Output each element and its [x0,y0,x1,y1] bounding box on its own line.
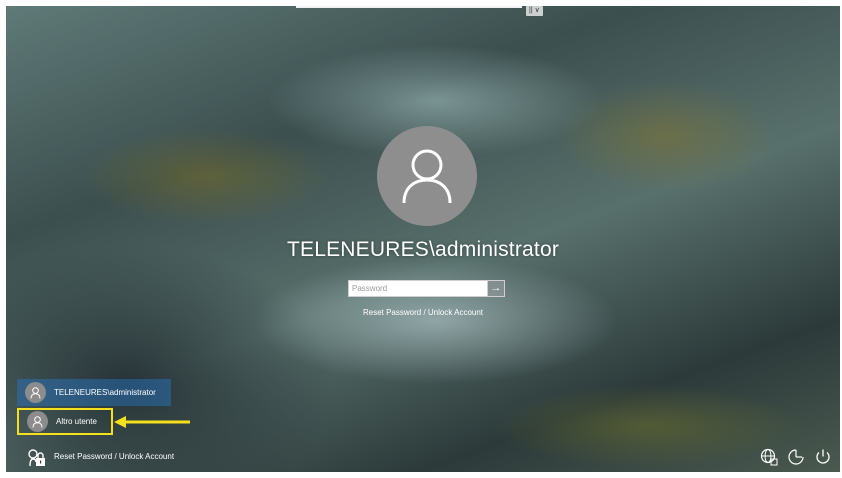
power-icon[interactable] [814,448,832,466]
reset-item-label: Reset Password / Unlock Account [54,452,175,461]
reset-password-link[interactable]: Reset Password / Unlock Account [6,308,840,317]
user-icon [402,149,452,204]
top-strip [296,6,522,8]
arrow-right-icon: → [490,282,502,294]
annotation-arrow [114,416,190,428]
globe-icon[interactable] [760,448,778,466]
user-item-other-user[interactable]: Altro utente [17,408,113,435]
accessibility-icon[interactable] [787,448,805,466]
keyboard-layout-indicator[interactable]: || ∨ [526,6,543,16]
lock-icon [25,446,46,467]
lock-screen-background: || ∨ TELENEURES\administrator → Reset Pa… [6,6,840,472]
reset-password-item[interactable]: Reset Password / Unlock Account [17,443,207,470]
user-icon [25,382,46,403]
user-item-label: Altro utente [56,417,97,426]
username-title: TELENEURES\administrator [286,238,560,261]
password-input[interactable] [348,280,487,297]
user-item-administrator[interactable]: TELENEURES\administrator [17,379,171,406]
user-icon [27,411,48,432]
submit-button[interactable]: → [487,280,505,297]
system-icons [760,448,832,466]
user-item-label: TELENEURES\administrator [54,388,156,397]
password-form: → [348,280,505,297]
user-avatar [377,126,477,226]
